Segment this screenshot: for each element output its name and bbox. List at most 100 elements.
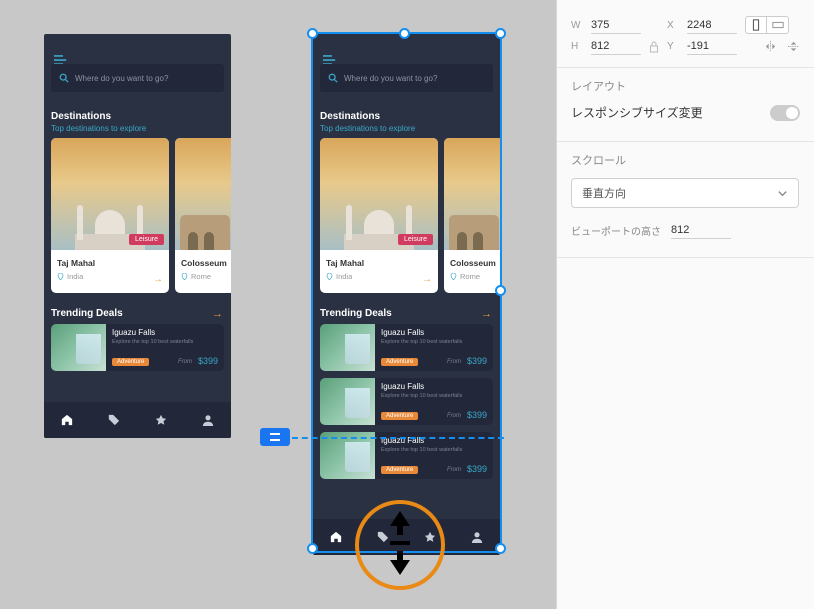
- user-icon: [471, 531, 483, 543]
- flip-horizontal-icon[interactable]: [764, 40, 777, 53]
- card-title: Colosseum: [450, 258, 500, 268]
- viewport-height-label: ビューポートの高さ: [571, 223, 661, 238]
- deal-image: [320, 324, 375, 371]
- y-input[interactable]: [687, 38, 737, 55]
- search-icon: [59, 73, 69, 83]
- adventure-badge: Adventure: [112, 358, 149, 366]
- destinations-subtitle: Top destinations to explore: [51, 124, 146, 133]
- home-icon: [330, 531, 342, 543]
- trending-title: Trending Deals: [51, 308, 123, 319]
- lock-aspect-icon[interactable]: [649, 41, 659, 53]
- arrow-right-icon: →: [422, 274, 432, 285]
- trending-title: Trending Deals: [320, 308, 392, 319]
- viewport-guide-line: [292, 437, 504, 439]
- deal-price: $399: [467, 356, 487, 366]
- location-pin-icon: [450, 273, 457, 280]
- tag-icon: [108, 414, 120, 426]
- bottom-nav: [44, 402, 231, 438]
- destinations-title: Destinations: [51, 111, 111, 122]
- portrait-button[interactable]: [745, 16, 767, 34]
- selection-handle[interactable]: [307, 28, 318, 39]
- destination-cards: Leisure Taj Mahal India → Colosseum Rome: [320, 138, 500, 293]
- card-title: Taj Mahal: [57, 258, 95, 268]
- from-label: From: [447, 467, 461, 473]
- leisure-badge: Leisure: [398, 234, 433, 245]
- home-icon: [61, 414, 73, 426]
- card-location: India: [67, 272, 83, 281]
- deal-title: Iguazu Falls: [381, 328, 487, 337]
- viewport-marker[interactable]: [260, 428, 290, 446]
- search-input: Where do you want to go?: [320, 64, 493, 92]
- deal-price: $399: [467, 410, 487, 420]
- width-input[interactable]: [591, 17, 641, 34]
- search-icon: [328, 73, 338, 83]
- scroll-section-label: スクロール: [557, 142, 814, 174]
- deal-subtitle: Explore the top 10 best waterfalls: [381, 339, 487, 345]
- deal-item: Iguazu Falls Explore the top 10 best wat…: [320, 324, 493, 371]
- artboard-mobile-preview-1[interactable]: Where do you want to go? Destinations To…: [44, 34, 231, 438]
- deal-subtitle: Explore the top 10 best waterfalls: [381, 447, 487, 453]
- deal-title: Iguazu Falls: [381, 382, 487, 391]
- card-title: Taj Mahal: [326, 258, 364, 268]
- card-taj-mahal: Leisure Taj Mahal India →: [320, 138, 438, 293]
- star-icon: [424, 531, 436, 543]
- adventure-badge: Adventure: [381, 466, 418, 474]
- location-pin-icon: [326, 273, 333, 280]
- card-location: Rome: [191, 272, 211, 281]
- deal-image: [320, 432, 375, 479]
- destinations-title: Destinations: [320, 111, 380, 122]
- viewport-height-input[interactable]: [671, 222, 731, 239]
- chevron-down-icon: [777, 188, 788, 199]
- selection-handle[interactable]: [495, 28, 506, 39]
- deal-price: $399: [198, 356, 218, 366]
- deal-item: Iguazu Falls Explore the top 10 best wat…: [51, 324, 224, 371]
- deal-item: Iguazu Falls Explore the top 10 best wat…: [320, 378, 493, 425]
- flip-vertical-icon[interactable]: [787, 40, 800, 53]
- deals-list: Iguazu Falls Explore the top 10 best wat…: [51, 324, 224, 378]
- search-input: Where do you want to go?: [51, 64, 224, 92]
- adventure-badge: Adventure: [381, 358, 418, 366]
- deal-price: $399: [467, 464, 487, 474]
- deal-subtitle: Explore the top 10 best waterfalls: [381, 393, 487, 399]
- height-input[interactable]: [591, 38, 641, 55]
- from-label: From: [447, 359, 461, 365]
- artboard-mobile-preview-2[interactable]: Where do you want to go? Destinations To…: [313, 34, 500, 555]
- deal-image: [51, 324, 106, 371]
- card-taj-mahal: Leisure Taj Mahal India →: [51, 138, 169, 293]
- arrow-right-icon: →: [153, 274, 163, 285]
- destinations-subtitle: Top destinations to explore: [320, 124, 415, 133]
- card-title: Colosseum: [181, 258, 231, 268]
- user-icon: [202, 414, 214, 426]
- deal-subtitle: Explore the top 10 best waterfalls: [112, 339, 218, 345]
- search-placeholder: Where do you want to go?: [344, 74, 437, 83]
- scroll-direction-value: 垂直方向: [582, 185, 626, 201]
- scroll-direction-select[interactable]: 垂直方向: [571, 178, 799, 208]
- star-icon: [155, 414, 167, 426]
- properties-panel: W X H Y レイアウト レスポンシブサイズ変更 スクロール 垂直方向 ビュー…: [556, 0, 814, 609]
- landscape-button[interactable]: [767, 16, 789, 34]
- destination-cards: Leisure Taj Mahal India → Colosseum Rome: [51, 138, 231, 293]
- arrow-right-icon: →: [212, 308, 223, 320]
- card-location: Rome: [460, 272, 480, 281]
- height-label: H: [571, 41, 585, 52]
- adventure-badge: Adventure: [381, 412, 418, 420]
- card-colosseum: Colosseum Rome: [444, 138, 500, 293]
- responsive-resize-label: レスポンシブサイズ変更: [571, 104, 703, 121]
- x-input[interactable]: [687, 17, 737, 34]
- selection-handle[interactable]: [307, 543, 318, 554]
- responsive-resize-toggle[interactable]: [770, 105, 800, 121]
- card-colosseum: Colosseum Rome: [175, 138, 231, 293]
- design-canvas[interactable]: Where do you want to go? Destinations To…: [0, 0, 556, 609]
- selection-handle[interactable]: [495, 543, 506, 554]
- from-label: From: [178, 359, 192, 365]
- y-label: Y: [667, 41, 681, 52]
- selection-handle[interactable]: [399, 28, 410, 39]
- width-label: W: [571, 20, 585, 31]
- arrow-right-icon: →: [481, 308, 492, 320]
- card-location: India: [336, 272, 352, 281]
- from-label: From: [447, 413, 461, 419]
- deal-image: [320, 378, 375, 425]
- leisure-badge: Leisure: [129, 234, 164, 245]
- selection-handle[interactable]: [495, 285, 506, 296]
- location-pin-icon: [181, 273, 188, 280]
